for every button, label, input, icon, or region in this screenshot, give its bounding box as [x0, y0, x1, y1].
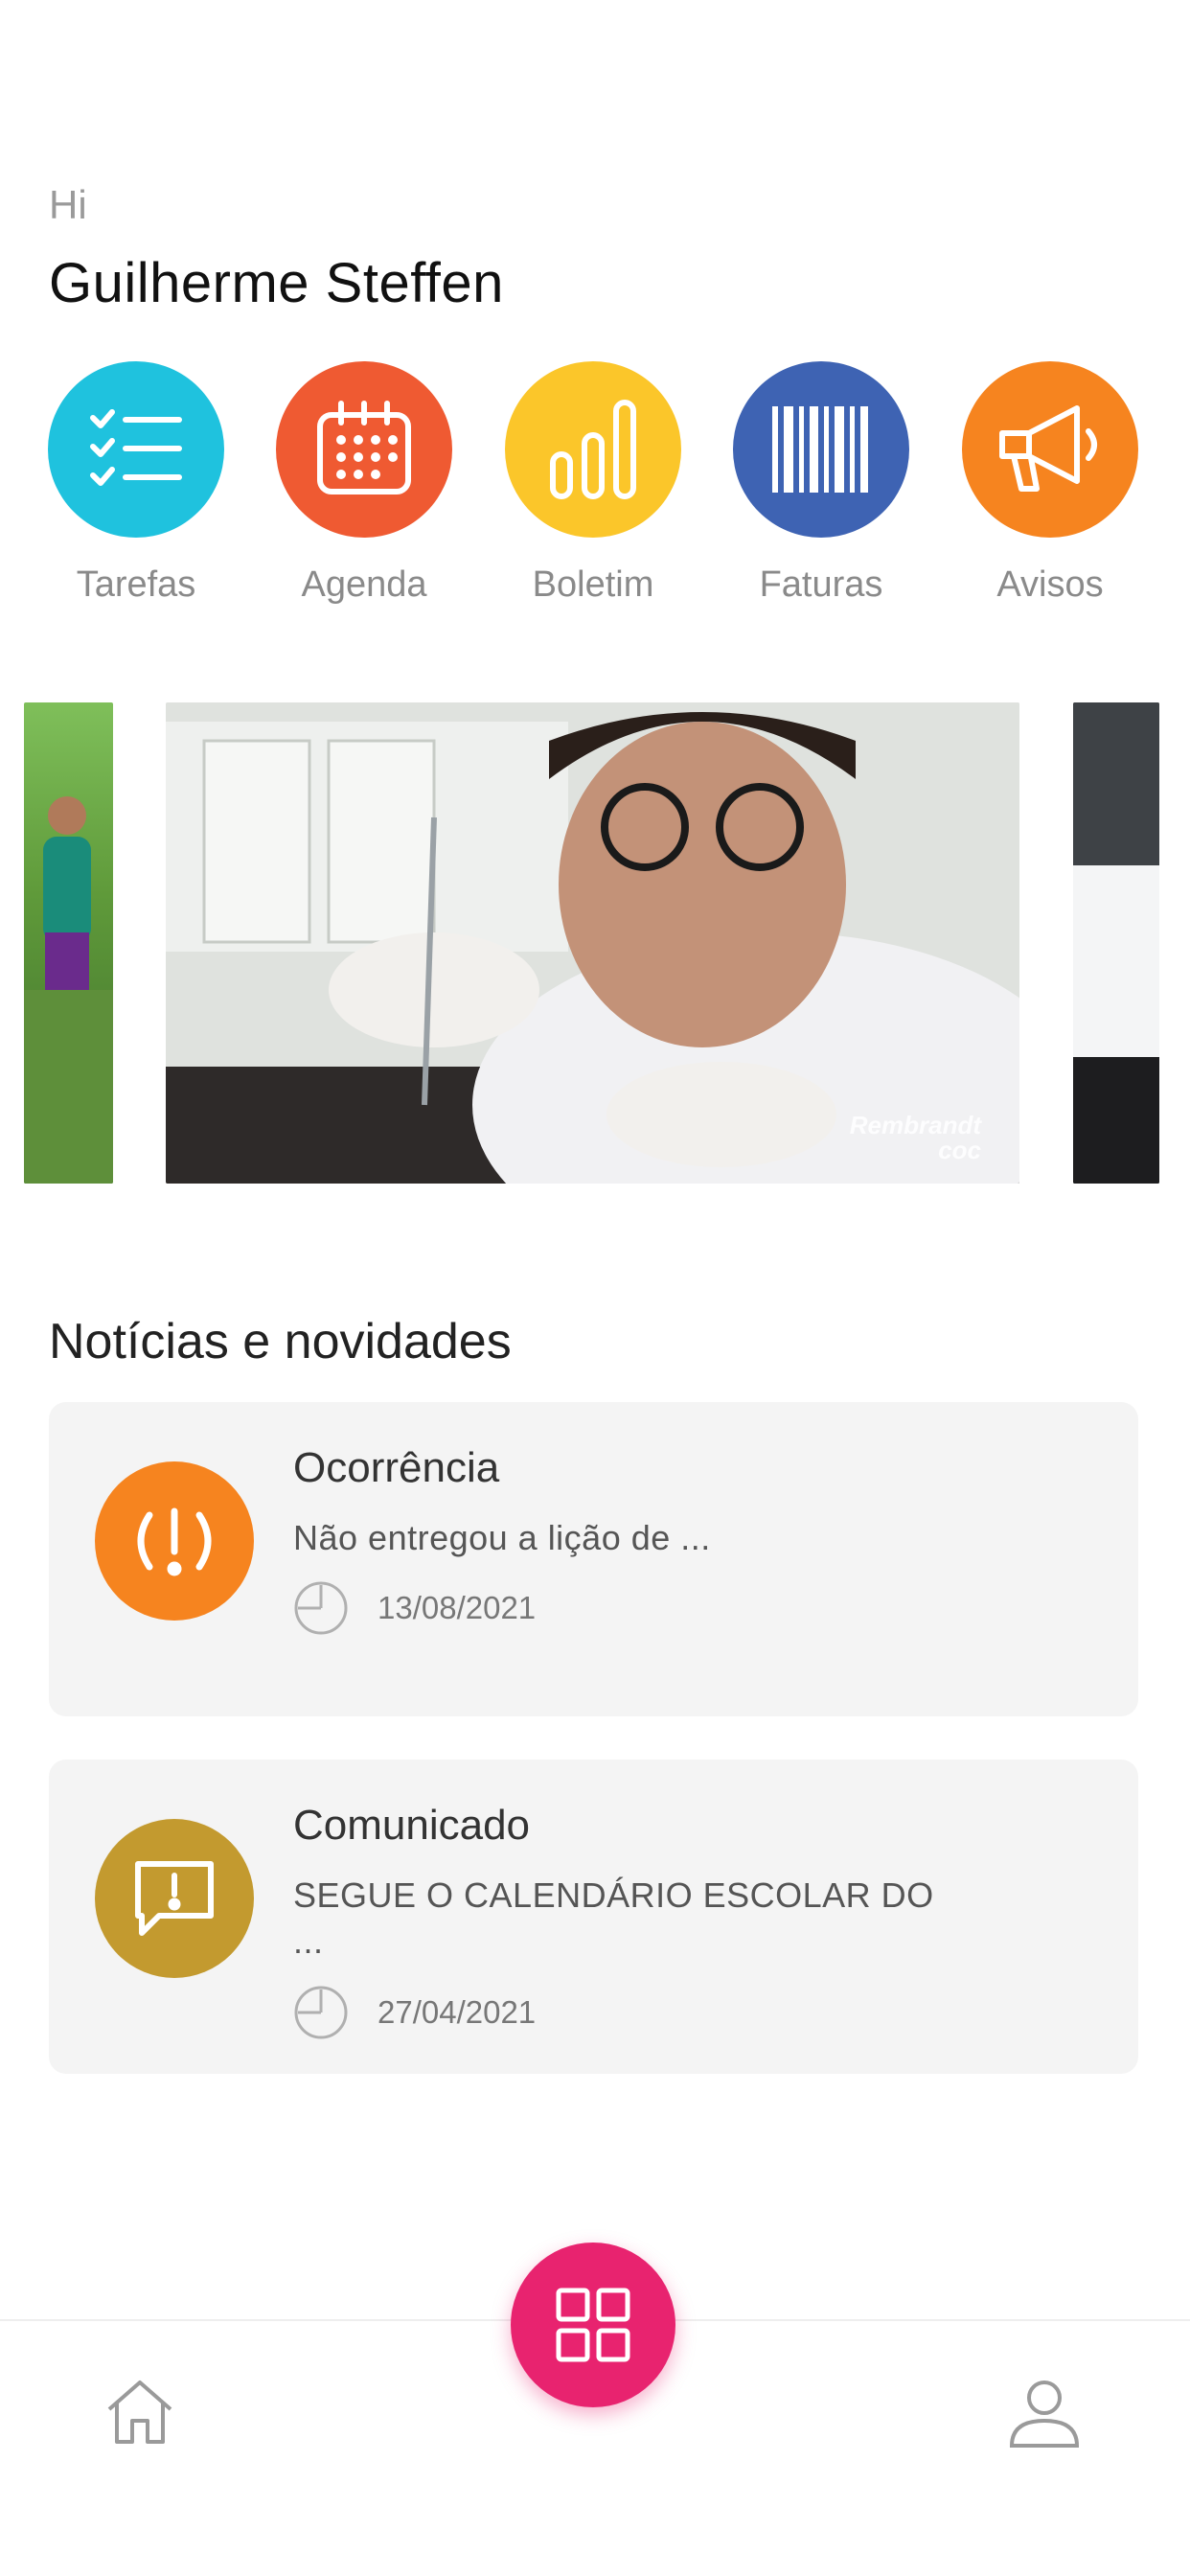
shortcut-avisos[interactable]: Avisos [959, 361, 1141, 606]
user-icon[interactable] [1006, 2375, 1083, 2456]
news-card-date-row: 27/04/2021 [293, 1985, 536, 2040]
news-card-type: Comunicado [293, 1802, 531, 1849]
megaphone-icon [962, 361, 1138, 538]
calendar-icon [276, 361, 452, 538]
carousel-slide-previous[interactable] [24, 702, 113, 1184]
shortcut-agenda[interactable]: Agenda [273, 361, 455, 606]
alert-icon [95, 1461, 254, 1621]
shortcut-tarefas[interactable]: Tarefas [45, 361, 227, 606]
message-alert-icon [95, 1819, 254, 1978]
shortcut-faturas[interactable]: Faturas [730, 361, 912, 606]
carousel-slide-next[interactable] [1073, 702, 1159, 1184]
shortcut-label: Avisos [996, 564, 1104, 605]
news-card-type: Ocorrência [293, 1444, 500, 1491]
checklist-icon [48, 361, 224, 538]
barcode-icon [733, 361, 909, 538]
news-card[interactable]: Comunicado SEGUE O CALENDÁRIO ESCOLAR DO… [49, 1760, 1138, 2074]
news-card-date-row: 13/08/2021 [293, 1580, 536, 1636]
school-logo-watermark: Rembrandt coc [849, 1111, 981, 1164]
news-card-date: 27/04/2021 [378, 1994, 537, 2030]
shortcut-label: Agenda [301, 564, 427, 605]
menu-grid-button[interactable] [511, 2242, 675, 2407]
news-section-title: Notícias e novidades [49, 1314, 512, 1369]
greeting-hi: Hi [49, 182, 87, 227]
home-icon[interactable] [103, 2375, 176, 2452]
home-screen: Hi Guilherme Steffen Tarefas Agenda Bole… [0, 0, 1190, 2576]
bar-chart-icon [505, 361, 681, 538]
shortcut-boletim[interactable]: Boletim [502, 361, 684, 606]
grid-icon [556, 2288, 630, 2362]
clock-icon [294, 1986, 348, 2039]
news-card[interactable]: Ocorrência Não entregou a lição de ... 1… [49, 1402, 1138, 1716]
news-card-text: Não entregou a lição de ... [293, 1518, 711, 1557]
user-name: Guilherme Steffen [49, 252, 504, 314]
shortcut-label: Boletim [532, 564, 654, 605]
news-card-text: SEGUE O CALENDÁRIO ESCOLAR DO ... [293, 1875, 934, 1961]
shortcut-label: Faturas [759, 564, 883, 605]
news-card-date: 13/08/2021 [378, 1590, 537, 1625]
carousel-slide-current[interactable]: Rembrandt coc [166, 702, 1019, 1184]
clock-icon [294, 1581, 348, 1635]
shortcut-label: Tarefas [76, 564, 196, 605]
